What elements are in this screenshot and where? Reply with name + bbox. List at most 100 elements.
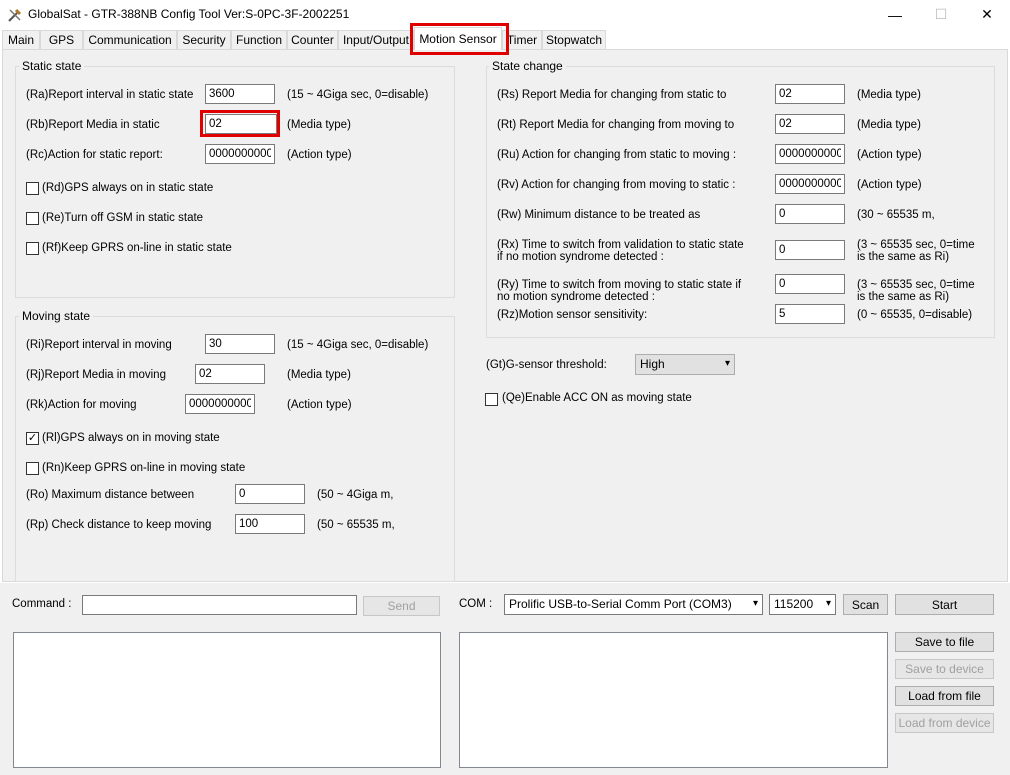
ru-hint: (Action type): [857, 149, 922, 161]
ro-label: (Ro) Maximum distance between: [26, 489, 195, 501]
rb-label: (Rb)Report Media in static: [26, 119, 160, 131]
baud-rate-value: 115200: [774, 597, 814, 611]
rb-hint: (Media type): [287, 119, 351, 131]
tab-security[interactable]: Security: [177, 30, 231, 49]
rj-input[interactable]: [195, 364, 265, 384]
ri-input[interactable]: [205, 334, 275, 354]
ri-hint: (15 ~ 4Giga sec, 0=disable): [287, 339, 429, 351]
re-checkbox[interactable]: [26, 212, 39, 225]
rf-checkbox[interactable]: [26, 242, 39, 255]
rc-label: (Rc)Action for static report:: [26, 149, 163, 161]
device-log-textarea[interactable]: [459, 632, 888, 768]
command-input[interactable]: [82, 595, 357, 615]
command-label: Command :: [12, 598, 72, 610]
state-change-title: State change: [489, 59, 566, 73]
rz-input[interactable]: [775, 304, 845, 324]
close-button[interactable]: ✕: [964, 0, 1010, 29]
rb-highlight-box: [200, 110, 280, 137]
moving-state-title: Moving state: [19, 309, 94, 323]
gsensor-label: (Gt)G-sensor threshold:: [486, 359, 607, 371]
rj-hint: (Media type): [287, 369, 351, 381]
rz-hint: (0 ~ 65535, 0=disable): [857, 309, 973, 321]
rv-label: (Rv) Action for changing from moving to …: [497, 179, 736, 191]
com-label: COM :: [459, 598, 493, 610]
start-button[interactable]: Start: [895, 594, 994, 615]
command-log-textarea[interactable]: [13, 632, 441, 768]
rs-input[interactable]: [775, 84, 845, 104]
rj-label: (Rj)Report Media in moving: [26, 369, 166, 381]
rc-input[interactable]: [205, 144, 275, 164]
rd-checkbox[interactable]: [26, 182, 39, 195]
ra-input[interactable]: [205, 84, 275, 104]
save-to-file-button[interactable]: Save to file: [895, 632, 994, 652]
ra-label: (Ra)Report interval in static state: [26, 89, 194, 101]
save-to-device-button[interactable]: Save to device: [895, 659, 994, 679]
rk-input[interactable]: [185, 394, 255, 414]
rz-label: (Rz)Motion sensor sensitivity:: [497, 309, 648, 321]
acc-label: (Qe)Enable ACC ON as moving state: [502, 392, 692, 404]
com-port-select[interactable]: Prolific USB-to-Serial Comm Port (COM3) …: [504, 594, 763, 615]
rv-hint: (Action type): [857, 179, 922, 191]
tab-communication[interactable]: Communication: [83, 30, 177, 49]
ry-label-line2: no motion syndrome detected :: [497, 291, 655, 303]
load-from-file-button[interactable]: Load from file: [895, 686, 994, 706]
rp-input[interactable]: [235, 514, 305, 534]
ry-input[interactable]: [775, 274, 845, 294]
tab-gps[interactable]: GPS: [40, 30, 83, 49]
rw-label: (Rw) Minimum distance to be treated as: [497, 209, 701, 221]
baud-rate-select[interactable]: 115200 ▾: [769, 594, 836, 615]
tools-icon: [8, 8, 22, 22]
send-button[interactable]: Send: [363, 596, 440, 616]
ro-hint: (50 ~ 4Giga m,: [317, 489, 394, 501]
rt-input[interactable]: [775, 114, 845, 134]
load-from-device-button[interactable]: Load from device: [895, 713, 994, 733]
tab-main[interactable]: Main: [2, 30, 40, 49]
ra-hint: (15 ~ 4Giga sec, 0=disable): [287, 89, 429, 101]
chevron-down-icon: ▾: [752, 598, 758, 609]
rs-label: (Rs) Report Media for changing from stat…: [497, 89, 727, 101]
com-port-value: Prolific USB-to-Serial Comm Port (COM3): [509, 597, 732, 611]
rt-label: (Rt) Report Media for changing from movi…: [497, 119, 735, 131]
tab-highlight-box: [410, 23, 509, 55]
window-title: GlobalSat - GTR-388NB Config Tool Ver:S-…: [28, 7, 350, 21]
rf-label: (Rf)Keep GPRS on-line in static state: [42, 242, 232, 254]
maximize-button[interactable]: ☐: [918, 0, 964, 29]
rv-input[interactable]: [775, 174, 845, 194]
rc-hint: (Action type): [287, 149, 352, 161]
moving-state-group: [15, 316, 455, 582]
re-label: (Re)Turn off GSM in static state: [42, 212, 204, 224]
gsensor-threshold-value: High: [640, 357, 665, 371]
ri-label: (Ri)Report interval in moving: [26, 339, 172, 351]
rw-input[interactable]: [775, 204, 845, 224]
rl-checkbox[interactable]: ✓: [26, 432, 39, 445]
tab-input-output[interactable]: Input/Output: [338, 30, 414, 49]
rp-label: (Rp) Check distance to keep moving: [26, 519, 212, 531]
ru-label: (Ru) Action for changing from static to …: [497, 149, 737, 161]
rk-label: (Rk)Action for moving: [26, 399, 137, 411]
rs-hint: (Media type): [857, 89, 921, 101]
rw-hint: (30 ~ 65535 m,: [857, 209, 935, 221]
gsensor-threshold-select[interactable]: High ▾: [635, 354, 735, 375]
scan-button[interactable]: Scan: [843, 594, 888, 615]
tab-function[interactable]: Function: [231, 30, 287, 49]
static-state-title: Static state: [19, 59, 85, 73]
ry-hint-line2: is the same as Ri): [857, 291, 950, 303]
chevron-down-icon: ▾: [724, 358, 730, 369]
rl-label: (Rl)GPS always on in moving state: [42, 432, 220, 444]
rx-hint-line2: is the same as Ri): [857, 251, 950, 263]
rt-hint: (Media type): [857, 119, 921, 131]
ru-input[interactable]: [775, 144, 845, 164]
rx-label-line2: if no motion syndrome detected :: [497, 251, 664, 263]
acc-checkbox[interactable]: [485, 393, 498, 406]
rp-hint: (50 ~ 65535 m,: [317, 519, 395, 531]
minimize-button[interactable]: —: [872, 0, 918, 29]
rn-label: (Rn)Keep GPRS on-line in moving state: [42, 462, 246, 474]
chevron-down-icon: ▾: [825, 598, 831, 609]
rk-hint: (Action type): [287, 399, 352, 411]
rd-label: (Rd)GPS always on in static state: [42, 182, 214, 194]
tab-counter[interactable]: Counter: [287, 30, 338, 49]
ro-input[interactable]: [235, 484, 305, 504]
rx-input[interactable]: [775, 240, 845, 260]
rn-checkbox[interactable]: [26, 462, 39, 475]
tab-stopwatch[interactable]: Stopwatch: [542, 30, 606, 49]
